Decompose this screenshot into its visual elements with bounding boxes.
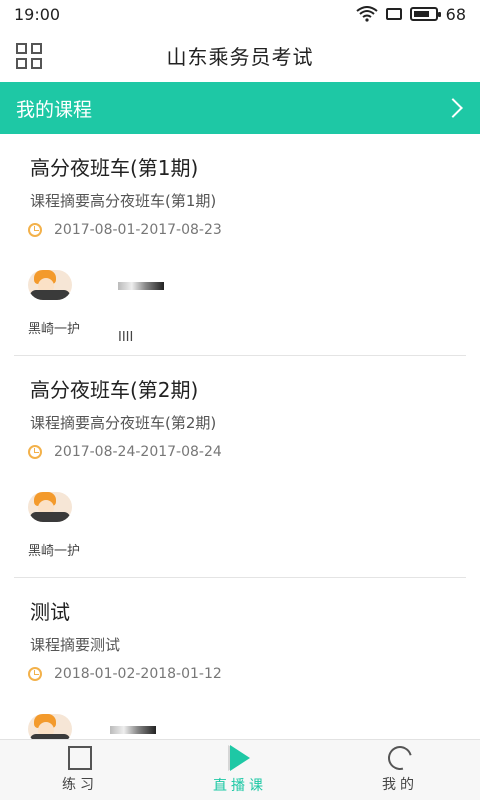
grid-menu-icon[interactable]: [16, 43, 42, 69]
bottom-nav: 练习 直播课 我的: [0, 739, 480, 800]
page-title: 山东乘务员考试: [166, 44, 314, 69]
teachers-row: 黑崎一护: [28, 492, 80, 559]
avatar: [118, 282, 165, 290]
avatar: [28, 492, 72, 522]
course-card[interactable]: 测试 课程摘要测试 2018-01-02-2018-01-12: [14, 578, 466, 740]
teachers-row: [28, 714, 156, 740]
teacher[interactable]: IIII: [118, 270, 165, 345]
avatar: [28, 270, 72, 300]
teacher[interactable]: 黑崎一护: [28, 270, 80, 345]
course-card[interactable]: 高分夜班车(第2期) 课程摘要高分夜班车(第2期) 2017-08-24-201…: [14, 356, 466, 578]
course-date-row: 2017-08-01-2017-08-23: [28, 222, 222, 238]
teacher-name: 黑崎一护: [28, 544, 81, 559]
course-title: 测试: [30, 600, 70, 624]
nav-live[interactable]: 直播课: [160, 740, 320, 800]
course-summary: 课程摘要高分夜班车(第2期): [30, 414, 217, 432]
alarm-clock-icon: [28, 445, 42, 459]
teachers-row: 黑崎一护 IIII: [28, 270, 165, 345]
course-summary: 课程摘要高分夜班车(第1期): [30, 192, 217, 210]
status-icons: 68: [356, 5, 466, 24]
wifi-icon: [356, 6, 378, 22]
my-courses-header[interactable]: 我的课程: [0, 82, 480, 134]
status-time: 19:00: [14, 4, 61, 24]
course-title: 高分夜班车(第2期): [30, 378, 199, 402]
avatar: [28, 714, 72, 740]
nav-profile[interactable]: 我的: [320, 740, 480, 800]
teacher[interactable]: [110, 714, 156, 740]
course-date-row: 2018-01-02-2018-01-12: [28, 666, 222, 682]
section-title: 我的课程: [16, 98, 93, 121]
alarm-clock-icon: [28, 667, 42, 681]
nav-label: 我的: [382, 777, 418, 793]
course-list[interactable]: 高分夜班车(第1期) 课程摘要高分夜班车(第1期) 2017-08-01-201…: [0, 134, 480, 740]
course-summary: 课程摘要测试: [30, 636, 121, 654]
chevron-right-icon: [443, 98, 463, 118]
profile-icon: [383, 741, 417, 775]
teacher[interactable]: 黑崎一护: [28, 492, 80, 559]
avatar: [110, 726, 156, 734]
teacher-name: 黑崎一护: [28, 322, 81, 337]
course-date: 2018-01-02-2018-01-12: [54, 666, 222, 682]
practice-icon: [68, 746, 92, 770]
status-bar: 19:00 68: [0, 0, 480, 28]
nav-practice[interactable]: 练习: [0, 740, 160, 800]
app-header: 山东乘务员考试: [0, 28, 480, 82]
course-card[interactable]: 高分夜班车(第1期) 课程摘要高分夜班车(第1期) 2017-08-01-201…: [14, 134, 466, 356]
course-date: 2017-08-01-2017-08-23: [54, 222, 222, 238]
course-date-row: 2017-08-24-2017-08-24: [28, 444, 222, 460]
nav-label: 直播课: [213, 778, 267, 794]
course-title: 高分夜班车(第1期): [30, 156, 199, 180]
battery-level: 68: [445, 4, 466, 24]
sim-icon: [385, 8, 402, 20]
alarm-clock-icon: [28, 223, 42, 237]
teacher-name: IIII: [118, 330, 134, 345]
live-icon: [226, 745, 254, 771]
teacher[interactable]: [28, 714, 72, 740]
nav-label: 练习: [62, 777, 98, 793]
battery-icon: [409, 7, 441, 21]
course-date: 2017-08-24-2017-08-24: [54, 444, 222, 460]
